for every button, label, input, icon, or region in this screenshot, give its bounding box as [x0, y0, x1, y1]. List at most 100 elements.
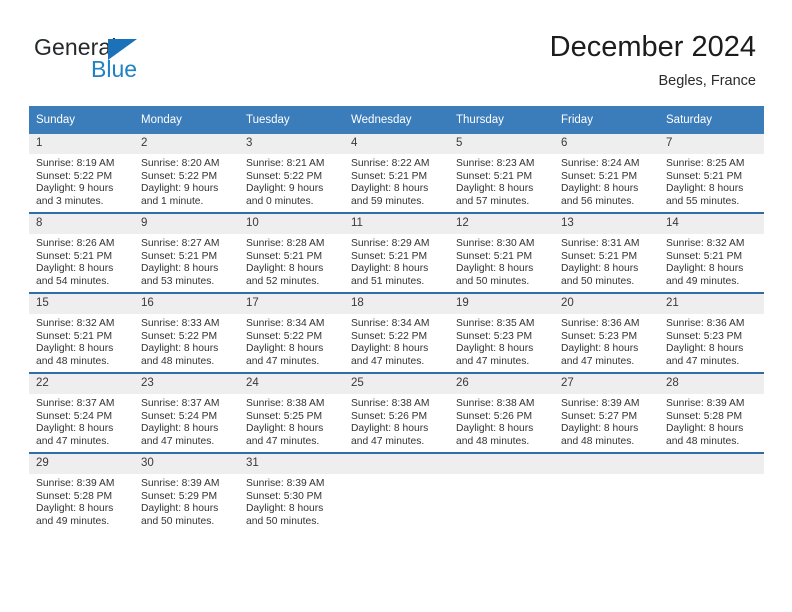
day-details: Sunrise: 8:32 AM Sunset: 5:21 PM Daylight:…	[659, 234, 764, 288]
calendar-day-cell-empty	[554, 452, 659, 532]
calendar-day-cell[interactable]: 19 Sunrise: 8:35 AM Sunset: 5:23 PM Dayligh…	[449, 292, 554, 373]
daylight-text: and 47 minutes.	[246, 435, 320, 447]
weekday-header-saturday: Saturday	[659, 106, 764, 134]
day-number: 3	[239, 134, 344, 154]
calendar-day-cell[interactable]: 8 Sunrise: 8:26 AM Sunset: 5:21 PM Daylight…	[29, 212, 134, 293]
calendar-day-cell-empty	[344, 452, 449, 532]
day-number: 1	[29, 134, 134, 154]
calendar-day-cell[interactable]: 31 Sunrise: 8:39 AM Sunset: 5:30 PM Dayligh…	[239, 452, 344, 532]
daylight-text: Daylight: 8 hours	[666, 423, 744, 435]
sunset-text: Sunset: 5:21 PM	[246, 250, 323, 262]
calendar-day-cell[interactable]: 3 Sunrise: 8:21 AM Sunset: 5:22 PM Daylight…	[239, 134, 344, 213]
day-details	[554, 474, 659, 478]
location-subtitle: Begles, France	[658, 73, 756, 89]
calendar-day-cell[interactable]: 18 Sunrise: 8:34 AM Sunset: 5:22 PM Dayligh…	[344, 292, 449, 373]
calendar-day-cell[interactable]: 29 Sunrise: 8:39 AM Sunset: 5:28 PM Dayligh…	[29, 452, 134, 532]
daylight-text: Daylight: 8 hours	[351, 423, 429, 435]
day-details: Sunrise: 8:39 AM Sunset: 5:28 PM Daylight:…	[659, 394, 764, 448]
calendar-week-row: 29 Sunrise: 8:39 AM Sunset: 5:28 PM Dayligh…	[29, 452, 764, 532]
day-number: 25	[344, 374, 449, 394]
day-number: 14	[659, 214, 764, 234]
calendar-day-cell[interactable]: 6 Sunrise: 8:24 AM Sunset: 5:21 PM Daylight…	[554, 134, 659, 213]
sunset-text: Sunset: 5:26 PM	[456, 410, 533, 422]
day-number: 16	[134, 294, 239, 314]
calendar-day-cell[interactable]: 25 Sunrise: 8:38 AM Sunset: 5:26 PM Dayligh…	[344, 372, 449, 453]
sunrise-text: Sunrise: 8:28 AM	[246, 238, 325, 249]
daylight-text: and 48 minutes.	[141, 355, 215, 367]
calendar-day-cell[interactable]: 14 Sunrise: 8:32 AM Sunset: 5:21 PM Dayligh…	[659, 212, 764, 293]
sunrise-text: Sunrise: 8:38 AM	[351, 398, 430, 409]
calendar-day-cell[interactable]: 26 Sunrise: 8:38 AM Sunset: 5:26 PM Dayligh…	[449, 372, 554, 453]
day-number: 13	[554, 214, 659, 234]
daylight-text: and 59 minutes.	[351, 195, 425, 207]
calendar-day-cell[interactable]: 23 Sunrise: 8:37 AM Sunset: 5:24 PM Dayligh…	[134, 372, 239, 453]
daylight-text: and 56 minutes.	[561, 195, 635, 207]
day-details	[659, 474, 764, 478]
calendar-day-cell[interactable]: 21 Sunrise: 8:36 AM Sunset: 5:23 PM Dayligh…	[659, 292, 764, 373]
daylight-text: and 49 minutes.	[36, 515, 110, 527]
calendar-day-cell[interactable]: 22 Sunrise: 8:37 AM Sunset: 5:24 PM Dayligh…	[29, 372, 134, 453]
calendar-day-cell[interactable]: 30 Sunrise: 8:39 AM Sunset: 5:29 PM Dayligh…	[134, 452, 239, 532]
weekday-header-monday: Monday	[134, 106, 239, 134]
daylight-text: and 48 minutes.	[666, 435, 740, 447]
daylight-text: Daylight: 8 hours	[141, 423, 219, 435]
daylight-text: and 50 minutes.	[456, 275, 530, 287]
calendar-day-cell[interactable]: 2 Sunrise: 8:20 AM Sunset: 5:22 PM Daylight…	[134, 134, 239, 213]
daylight-text: Daylight: 8 hours	[456, 343, 534, 355]
daylight-text: Daylight: 8 hours	[246, 503, 324, 515]
sunset-text: Sunset: 5:21 PM	[666, 170, 743, 182]
daylight-text: and 47 minutes.	[456, 355, 530, 367]
day-number: 8	[29, 214, 134, 234]
daylight-text: Daylight: 8 hours	[666, 343, 744, 355]
weekday-header-friday: Friday	[554, 106, 659, 134]
calendar-day-cell[interactable]: 13 Sunrise: 8:31 AM Sunset: 5:21 PM Dayligh…	[554, 212, 659, 293]
sunset-text: Sunset: 5:22 PM	[246, 170, 323, 182]
calendar-day-cell[interactable]: 17 Sunrise: 8:34 AM Sunset: 5:22 PM Dayligh…	[239, 292, 344, 373]
sunrise-text: Sunrise: 8:22 AM	[351, 158, 430, 169]
day-number: 10	[239, 214, 344, 234]
sunrise-text: Sunrise: 8:36 AM	[666, 318, 745, 329]
calendar-day-cell[interactable]: 24 Sunrise: 8:38 AM Sunset: 5:25 PM Dayligh…	[239, 372, 344, 453]
day-number: 21	[659, 294, 764, 314]
daylight-text: Daylight: 8 hours	[561, 263, 639, 275]
sunset-text: Sunset: 5:21 PM	[36, 250, 113, 262]
calendar-day-cell[interactable]: 15 Sunrise: 8:32 AM Sunset: 5:21 PM Dayligh…	[29, 292, 134, 373]
sunset-text: Sunset: 5:28 PM	[666, 410, 743, 422]
day-details: Sunrise: 8:39 AM Sunset: 5:30 PM Daylight:…	[239, 474, 344, 528]
day-details: Sunrise: 8:20 AM Sunset: 5:22 PM Daylight:…	[134, 154, 239, 208]
day-details: Sunrise: 8:30 AM Sunset: 5:21 PM Daylight:…	[449, 234, 554, 288]
sunrise-text: Sunrise: 8:27 AM	[141, 238, 220, 249]
daylight-text: and 47 minutes.	[666, 355, 740, 367]
day-details: Sunrise: 8:39 AM Sunset: 5:28 PM Daylight:…	[29, 474, 134, 528]
daylight-text: and 55 minutes.	[666, 195, 740, 207]
day-number: 30	[134, 454, 239, 474]
calendar-day-cell[interactable]: 5 Sunrise: 8:23 AM Sunset: 5:21 PM Daylight…	[449, 134, 554, 213]
calendar-day-cell[interactable]: 12 Sunrise: 8:30 AM Sunset: 5:21 PM Dayligh…	[449, 212, 554, 293]
general-blue-logo[interactable]: General Blue	[34, 34, 214, 92]
calendar-day-cell[interactable]: 27 Sunrise: 8:39 AM Sunset: 5:27 PM Dayligh…	[554, 372, 659, 453]
day-details	[449, 474, 554, 478]
sunrise-text: Sunrise: 8:35 AM	[456, 318, 535, 329]
calendar-day-cell[interactable]: 16 Sunrise: 8:33 AM Sunset: 5:22 PM Dayligh…	[134, 292, 239, 373]
sunrise-text: Sunrise: 8:25 AM	[666, 158, 745, 169]
calendar-day-cell[interactable]: 10 Sunrise: 8:28 AM Sunset: 5:21 PM Dayligh…	[239, 212, 344, 293]
day-details: Sunrise: 8:31 AM Sunset: 5:21 PM Daylight:…	[554, 234, 659, 288]
day-number: 12	[449, 214, 554, 234]
calendar-page: General Blue December 2024 Begles, Franc…	[0, 0, 792, 612]
calendar-day-cell[interactable]: 20 Sunrise: 8:36 AM Sunset: 5:23 PM Dayligh…	[554, 292, 659, 373]
calendar-day-cell[interactable]: 4 Sunrise: 8:22 AM Sunset: 5:21 PM Daylight…	[344, 134, 449, 213]
calendar-day-cell[interactable]: 11 Sunrise: 8:29 AM Sunset: 5:21 PM Dayligh…	[344, 212, 449, 293]
sunset-text: Sunset: 5:27 PM	[561, 410, 638, 422]
daylight-text: Daylight: 8 hours	[351, 183, 429, 195]
calendar-week-row: 22 Sunrise: 8:37 AM Sunset: 5:24 PM Dayligh…	[29, 372, 764, 453]
calendar-week-row: 1 Sunrise: 8:19 AM Sunset: 5:22 PM Daylight…	[29, 134, 764, 213]
sunrise-text: Sunrise: 8:37 AM	[36, 398, 115, 409]
page-title: December 2024	[549, 31, 756, 63]
calendar-day-cell[interactable]: 7 Sunrise: 8:25 AM Sunset: 5:21 PM Daylight…	[659, 134, 764, 213]
sunset-text: Sunset: 5:22 PM	[36, 170, 113, 182]
daylight-text: Daylight: 8 hours	[36, 503, 114, 515]
calendar-day-cell[interactable]: 28 Sunrise: 8:39 AM Sunset: 5:28 PM Dayligh…	[659, 372, 764, 453]
calendar-day-cell[interactable]: 1 Sunrise: 8:19 AM Sunset: 5:22 PM Daylight…	[29, 134, 134, 213]
day-number: 22	[29, 374, 134, 394]
calendar-day-cell[interactable]: 9 Sunrise: 8:27 AM Sunset: 5:21 PM Daylight…	[134, 212, 239, 293]
